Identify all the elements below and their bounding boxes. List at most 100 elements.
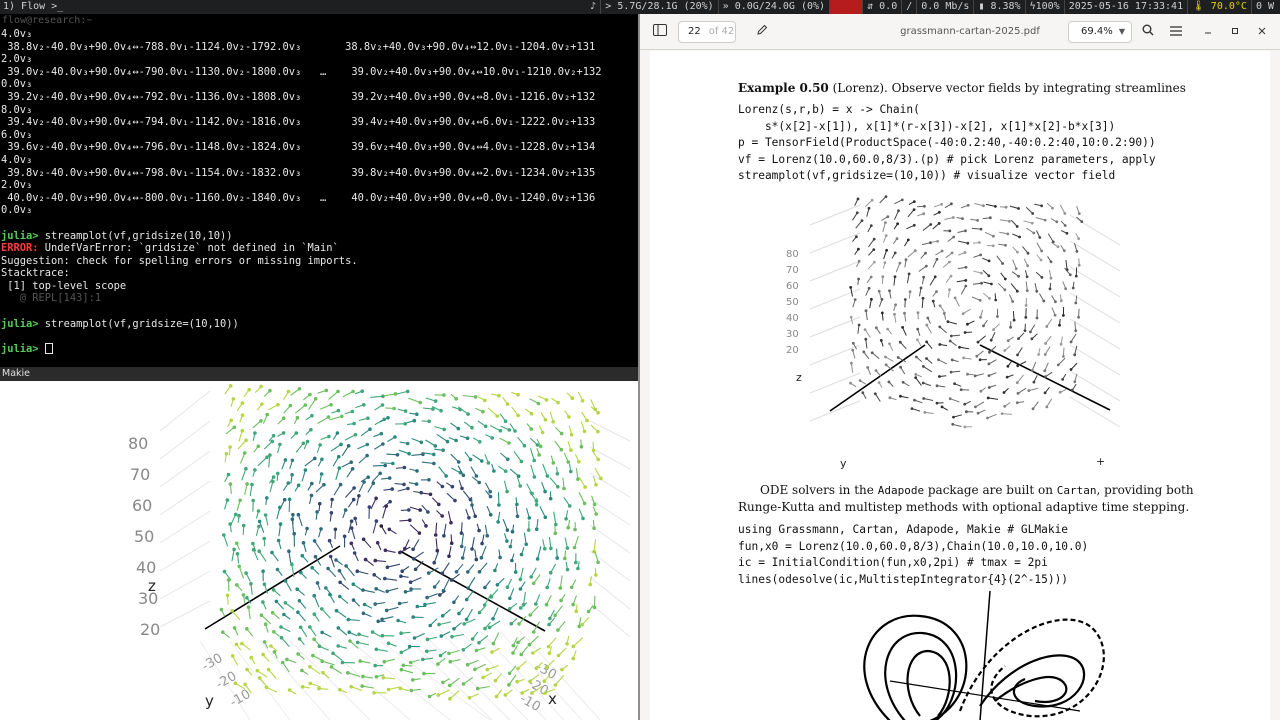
stream-arrow xyxy=(304,457,316,467)
pdf-page[interactable]: Example 0.50 (Lorenz). Observe vector fi… xyxy=(650,51,1270,720)
arrow-head xyxy=(498,428,503,433)
arrow-head xyxy=(522,443,527,448)
arrow-head xyxy=(949,370,953,374)
arrow-head xyxy=(477,610,482,615)
arrow-head xyxy=(411,678,415,682)
arrow-head xyxy=(585,418,589,423)
arrow-head xyxy=(452,600,456,605)
minimize-icon[interactable] xyxy=(1198,22,1218,42)
arrow-head xyxy=(247,387,251,392)
arrow-head xyxy=(460,486,464,491)
arrow-head xyxy=(940,405,944,409)
arrow-head xyxy=(555,556,559,560)
search-icon[interactable] xyxy=(1138,22,1158,42)
trajectory-path xyxy=(994,676,1068,704)
stream-arrow xyxy=(960,285,967,295)
annotate-pencil-icon[interactable] xyxy=(752,22,772,42)
arrow-head xyxy=(303,403,308,407)
stream-arrow xyxy=(258,550,267,562)
arrow-head xyxy=(1014,267,1018,270)
document-title: grassmann-cartan-2025.pdf xyxy=(900,26,1040,37)
sidebar-toggle-icon[interactable] xyxy=(650,22,670,42)
arrow-head xyxy=(473,667,477,672)
arrow-head xyxy=(438,593,442,597)
stacktrace-location[interactable]: @ REPL[143]:1 xyxy=(1,292,101,304)
arrow-head xyxy=(266,667,271,672)
stream-arrow xyxy=(574,535,579,548)
arrow-head xyxy=(579,444,584,449)
z-tick-label: 70 xyxy=(130,465,150,484)
terminal-line: Stacktrace: xyxy=(1,267,638,280)
stream-arrow xyxy=(926,324,932,334)
arrow-head xyxy=(441,680,445,685)
stream-arrow xyxy=(915,377,922,386)
zoom-select[interactable]: 69.4% ▼ xyxy=(1068,21,1132,43)
arrow-head xyxy=(262,640,267,644)
arrow-head xyxy=(486,461,491,465)
arrow-head xyxy=(466,570,470,574)
page-number-input[interactable]: 22 of 42 xyxy=(678,21,736,43)
arrow-head xyxy=(433,399,438,403)
arrow-head xyxy=(569,432,574,437)
makie-plot-window[interactable]: 80 70 60 50 40 30 20 z y x -30 -20 -10 -30 -20 -10 xyxy=(0,381,638,720)
stream-arrow xyxy=(344,487,355,498)
grid-line xyxy=(1069,344,1121,376)
arrow-head xyxy=(925,323,929,327)
close-icon[interactable] xyxy=(1252,22,1272,42)
arrow-head xyxy=(292,531,297,536)
arrow-head xyxy=(1025,275,1029,279)
terminal-text: Stacktrace: xyxy=(1,267,70,280)
arrow-head xyxy=(961,217,964,220)
lorenz-attractor-figure xyxy=(863,591,1105,720)
arrow-head xyxy=(315,510,319,514)
stream-arrow xyxy=(257,456,268,467)
arrow-head xyxy=(240,401,245,405)
arrow-head xyxy=(1004,243,1007,247)
arrow-head xyxy=(401,663,406,668)
arrow-head xyxy=(582,501,587,506)
arrow-head xyxy=(978,241,981,244)
arrow-head xyxy=(1030,369,1034,372)
arrow-head xyxy=(461,682,466,686)
arrow-head xyxy=(367,505,372,509)
arrow-head xyxy=(959,388,963,392)
arrow-head xyxy=(233,681,238,685)
maximize-icon[interactable] xyxy=(1225,22,1245,42)
terminal-text: streamplot(vf,gridsize=(10,10)) xyxy=(44,317,239,330)
arrow-head xyxy=(577,460,581,464)
fig-z-tick: 40 xyxy=(786,313,799,324)
arrow-head xyxy=(923,411,927,414)
arrow-head xyxy=(529,575,533,579)
package-name: Cartan xyxy=(1056,484,1097,497)
arrow-head xyxy=(870,297,873,301)
arrow-head xyxy=(411,547,415,552)
arrow-head xyxy=(334,558,338,562)
terminal-text: 4.0v₃ xyxy=(1,28,33,40)
arrow-head xyxy=(393,435,397,439)
menu-icon[interactable] xyxy=(1166,22,1186,42)
arrow-head xyxy=(296,483,301,488)
arrow-head xyxy=(480,541,484,546)
example-heading: Example 0.50 (Lorenz). Observe vector fi… xyxy=(738,81,1186,95)
terminal-text: 2.0v₃ xyxy=(1,179,33,192)
arrow-head xyxy=(1003,277,1007,281)
grid-line xyxy=(159,420,211,460)
arrow-head xyxy=(241,523,246,528)
arrow-head xyxy=(921,381,925,385)
arrow-head xyxy=(888,289,891,293)
arrow-head xyxy=(287,688,292,692)
arrow-head xyxy=(884,234,888,237)
arrow-head xyxy=(897,209,900,213)
arrow-head xyxy=(592,502,597,507)
arrow-head xyxy=(962,356,965,360)
arrow-head xyxy=(399,631,403,635)
arrow-head xyxy=(363,557,368,562)
arrow-head xyxy=(272,630,276,634)
arrow-head xyxy=(436,662,440,666)
arrow-head xyxy=(407,508,411,512)
stream-arrow xyxy=(529,448,535,461)
terminal-window[interactable]: flow@research:~ 4.0v₃ 38.8v₂-40.0v₃+90.0… xyxy=(0,14,638,367)
workspace-label[interactable]: 1) Flow >_ xyxy=(3,0,63,14)
streamplot-3d[interactable]: 80706050403020zy x-30-20-10-30-20-10 xyxy=(0,381,638,720)
arrow-head xyxy=(353,516,358,521)
